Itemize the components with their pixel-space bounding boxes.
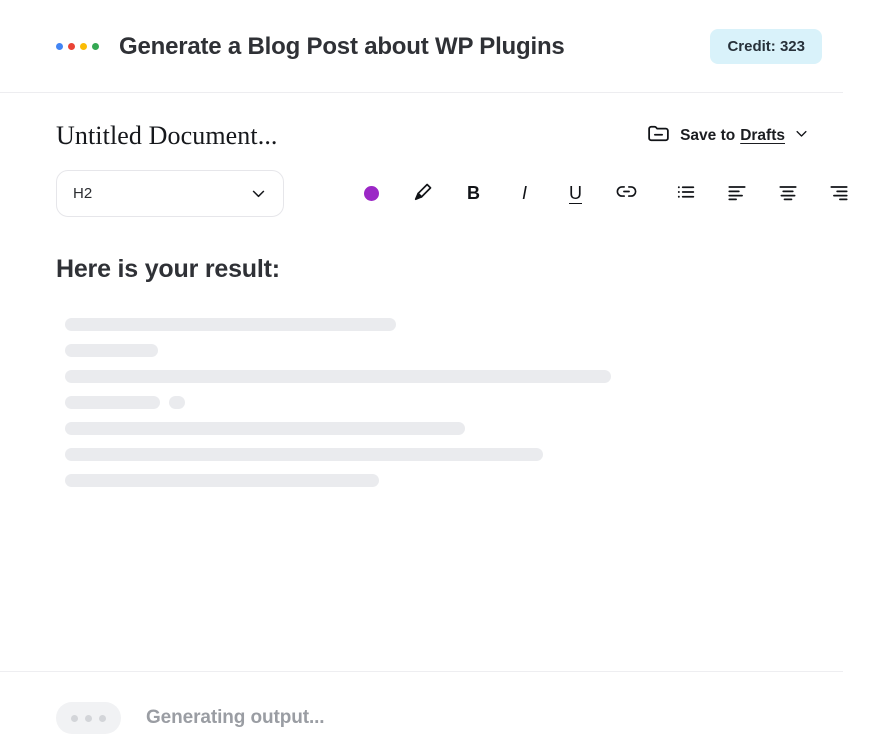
save-to-control[interactable]: Save to Drafts — [646, 121, 822, 151]
loading-dot — [71, 715, 78, 722]
skeleton-row — [65, 448, 822, 461]
italic-button[interactable]: I — [499, 173, 550, 213]
color-swatch-icon — [364, 186, 379, 201]
app-header: Generate a Blog Post about WP Plugins Cr… — [0, 0, 878, 93]
folder-minus-icon — [646, 121, 671, 151]
bullet-list-icon — [675, 181, 697, 206]
credit-badge: Credit: 323 — [710, 29, 822, 64]
logo-dot-red — [68, 43, 75, 50]
document-bar: Untitled Document... Save to Drafts — [0, 93, 878, 153]
editor-toolbar: H2 B — [0, 153, 878, 219]
logo-dot-blue — [56, 43, 63, 50]
page-title: Generate a Blog Post about WP Plugins — [119, 33, 565, 61]
align-center-icon — [777, 181, 799, 206]
logo-dot-green — [92, 43, 99, 50]
three-dots-icon — [56, 702, 121, 734]
skeleton-bar — [169, 396, 185, 409]
skeleton-row — [65, 370, 822, 383]
underline-button[interactable]: U — [550, 173, 601, 213]
skeleton-bar — [65, 396, 160, 409]
generation-footer: Generating output... Re-generate — [0, 672, 878, 748]
bullet-list-button[interactable] — [660, 173, 711, 213]
skeleton-bar — [65, 318, 396, 331]
skeleton-bar — [65, 422, 465, 435]
status-text: Generating output... — [146, 707, 325, 729]
app-root: Generate a Blog Post about WP Plugins Cr… — [0, 0, 878, 748]
skeleton-row — [65, 344, 822, 357]
skeleton-row — [65, 396, 822, 409]
chevron-down-icon[interactable] — [794, 126, 809, 146]
link-icon — [615, 180, 638, 206]
align-right-button[interactable] — [813, 173, 864, 213]
skeleton-bar — [65, 448, 543, 461]
skeleton-row — [65, 422, 822, 435]
bold-button[interactable]: B — [448, 173, 499, 213]
formatting-tools: B I U — [346, 173, 864, 213]
highlight-button[interactable] — [397, 173, 448, 213]
result-heading: Here is your result: — [56, 255, 822, 284]
align-right-icon — [828, 181, 850, 206]
skeleton-bar — [65, 344, 158, 357]
save-to-target[interactable]: Drafts — [740, 127, 785, 145]
content-skeleton — [56, 318, 822, 487]
text-color-button[interactable] — [346, 173, 397, 213]
skeleton-row — [65, 474, 822, 487]
align-left-icon — [726, 181, 748, 206]
status-row: Generating output... — [56, 696, 822, 740]
bold-icon: B — [467, 184, 480, 202]
align-left-button[interactable] — [711, 173, 762, 213]
chevron-down-icon — [250, 185, 267, 202]
loading-dot — [99, 715, 106, 722]
editor-body[interactable]: Here is your result: — [0, 219, 878, 672]
app-logo — [56, 43, 99, 50]
block-format-select[interactable]: H2 — [56, 170, 284, 217]
skeleton-bar — [65, 474, 379, 487]
highlighter-icon — [412, 181, 434, 206]
document-title[interactable]: Untitled Document... — [56, 121, 278, 151]
save-to-text: Save to Drafts — [680, 127, 785, 145]
block-format-value: H2 — [73, 185, 92, 202]
italic-icon: I — [522, 184, 527, 202]
save-to-prefix: Save to — [680, 127, 735, 145]
skeleton-bar — [65, 370, 611, 383]
align-center-button[interactable] — [762, 173, 813, 213]
logo-dot-yellow — [80, 43, 87, 50]
link-button[interactable] — [601, 173, 652, 213]
skeleton-row — [65, 318, 822, 331]
underline-icon: U — [569, 184, 582, 202]
loading-dot — [85, 715, 92, 722]
